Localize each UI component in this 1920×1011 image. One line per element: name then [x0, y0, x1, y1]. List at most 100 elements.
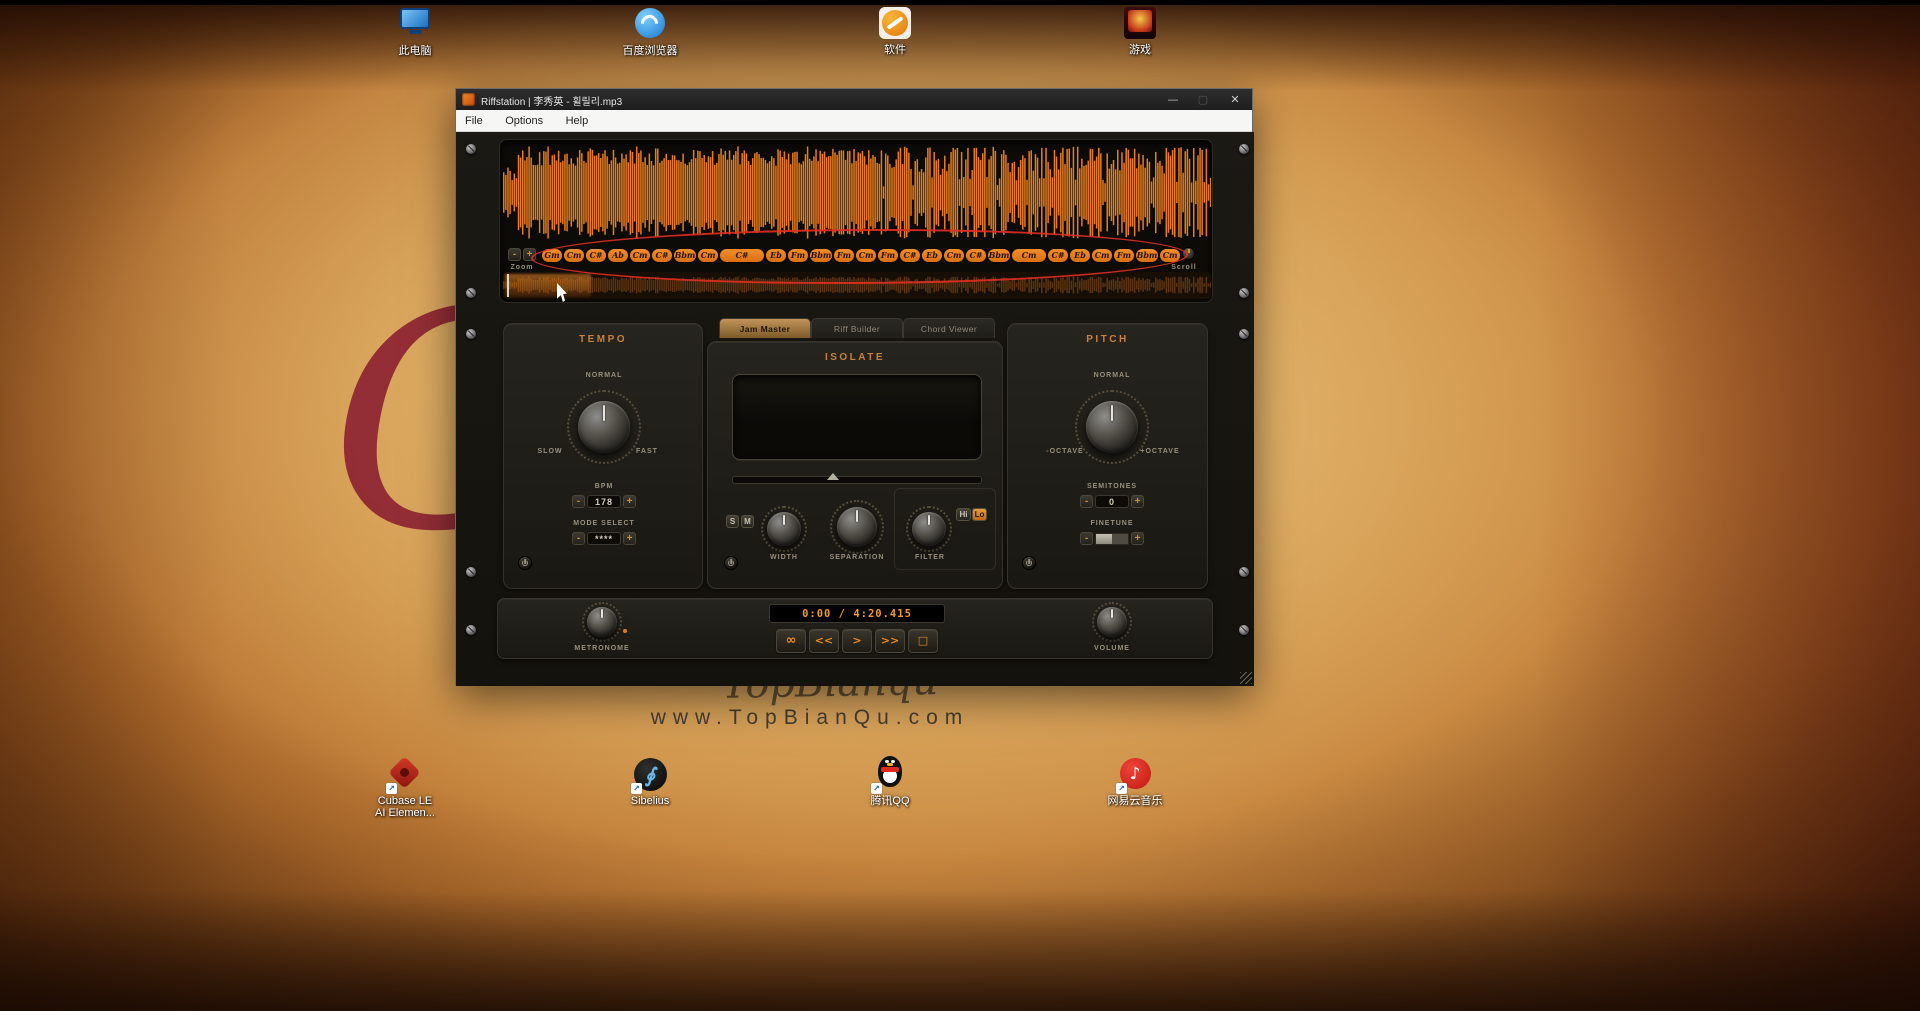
separation-knob[interactable]: [837, 507, 877, 547]
pitch-power-button[interactable]: [1022, 556, 1036, 570]
close-button[interactable]: ✕: [1220, 89, 1250, 110]
pitch-title: PITCH: [1086, 334, 1129, 345]
mute-button[interactable]: M: [741, 515, 754, 528]
tempo-slow-label: SLOW: [537, 448, 563, 455]
window-resize-grip[interactable]: [1240, 672, 1252, 684]
mode-minus-button[interactable]: -: [572, 532, 585, 545]
chord-pill[interactable]: Cm: [630, 248, 650, 262]
tab-jam-master[interactable]: Jam Master: [719, 318, 811, 338]
width-knob[interactable]: [767, 512, 801, 546]
metronome-knob[interactable]: [587, 607, 617, 637]
chord-pill[interactable]: C#: [586, 248, 606, 262]
chord-pill[interactable]: C#: [720, 248, 764, 262]
chord-pill[interactable]: Cm: [564, 248, 584, 262]
solo-button[interactable]: S: [726, 515, 739, 528]
bpm-plus-button[interactable]: +: [623, 495, 636, 508]
desktop-icon-qq[interactable]: ↗ 腾讯QQ: [845, 756, 935, 807]
chord-pill[interactable]: Cm: [1092, 248, 1112, 262]
mode-plus-button[interactable]: +: [623, 532, 636, 545]
desktop-icon-this-pc[interactable]: 此电脑: [370, 6, 460, 57]
tab-chord-viewer[interactable]: Chord Viewer: [903, 318, 995, 338]
window-title: Riffstation | 李秀英 - 휠릴리.mp3: [481, 97, 623, 108]
semitones-plus-button[interactable]: +: [1131, 495, 1144, 508]
menu-options[interactable]: Options: [496, 110, 552, 132]
tab-riff-builder[interactable]: Riff Builder: [811, 318, 903, 338]
chord-pill[interactable]: Bbm: [1136, 248, 1158, 262]
chord-pill[interactable]: C#: [900, 248, 920, 262]
desktop-icon-netease-music[interactable]: ♪ ↗ 网易云音乐: [1090, 758, 1180, 807]
chord-pill[interactable]: Ab: [608, 248, 628, 262]
minimize-button[interactable]: —: [1158, 89, 1188, 110]
menu-file[interactable]: File: [456, 110, 492, 132]
title-bar[interactable]: Riffstation | 李秀英 - 휠릴리.mp3 — ▢ ✕: [456, 89, 1252, 110]
scroll-knob[interactable]: [1182, 247, 1195, 260]
chord-pill[interactable]: Fm: [1114, 248, 1134, 262]
mode-select-label: MODE SELECT: [573, 520, 635, 527]
watermark-text: www.TopBianQu.com: [650, 706, 970, 729]
finetune-slider[interactable]: [1095, 532, 1129, 545]
desktop-icon-baidu-browser[interactable]: 百度浏览器: [605, 6, 695, 57]
chord-pill[interactable]: Bbm: [674, 248, 696, 262]
chord-pill[interactable]: Cm: [698, 248, 718, 262]
semitones-minus-button[interactable]: -: [1080, 495, 1093, 508]
chord-pill[interactable]: Gm: [542, 248, 562, 262]
filter-hi-button[interactable]: Hi: [956, 508, 971, 521]
chord-pill[interactable]: Eb: [922, 248, 942, 262]
volume-knob[interactable]: [1097, 607, 1127, 637]
zoom-out-button[interactable]: -: [508, 248, 521, 261]
finetune-plus-button[interactable]: +: [1131, 532, 1144, 545]
menu-bar: File Options Help: [456, 110, 1252, 132]
rewind-button[interactable]: <<: [809, 629, 839, 653]
chord-pill[interactable]: Cm: [1012, 248, 1046, 262]
chord-pill[interactable]: Fm: [878, 248, 898, 262]
chord-pill[interactable]: Fm: [834, 248, 854, 262]
desktop-icon-games[interactable]: 游戏: [1095, 6, 1185, 56]
screen-edge-strip: [0, 0, 1920, 5]
chord-pill[interactable]: Cm: [856, 248, 876, 262]
isolate-slider-thumb[interactable]: [827, 473, 839, 480]
chord-pill[interactable]: Eb: [766, 248, 786, 262]
menu-help[interactable]: Help: [557, 110, 598, 132]
icon-label: Sibelius: [630, 795, 670, 807]
maximize-button[interactable]: ▢: [1188, 89, 1218, 110]
chord-pill[interactable]: C#: [966, 248, 986, 262]
isolate-power-button[interactable]: [724, 556, 738, 570]
chord-pill[interactable]: Cm: [1160, 248, 1180, 262]
chord-pill[interactable]: Bbm: [988, 248, 1010, 262]
waveform-panel: - + Zoom Gm Cm C# Ab Cm C# Bbm Cm C# Eb Fm Bbm Fm Cm F…: [499, 139, 1213, 303]
play-button[interactable]: >: [842, 629, 872, 653]
tempo-normal-label: NORMAL: [585, 372, 623, 379]
tempo-knob[interactable]: [578, 401, 630, 453]
chord-pill[interactable]: Fm: [788, 248, 808, 262]
screw-icon: [1239, 625, 1249, 635]
tempo-fast-label: FAST: [636, 448, 658, 455]
zoom-in-button[interactable]: +: [523, 248, 536, 261]
forward-button[interactable]: >>: [875, 629, 905, 653]
stop-button[interactable]: □: [908, 629, 938, 653]
chord-pill[interactable]: C#: [1048, 248, 1068, 262]
filter-lo-button[interactable]: Lo: [972, 508, 987, 521]
desktop-icon-cubase[interactable]: ↗ Cubase LE AI Elemen...: [360, 756, 450, 819]
tempo-power-button[interactable]: [518, 556, 532, 570]
chord-pill[interactable]: Eb: [1070, 248, 1090, 262]
desktop-icon-software[interactable]: 软件: [850, 6, 940, 56]
finetune-minus-button[interactable]: -: [1080, 532, 1093, 545]
loop-button[interactable]: ∞: [776, 629, 806, 653]
metronome-led: [623, 629, 627, 633]
chord-pill[interactable]: C#: [652, 248, 672, 262]
scroll-label: Scroll: [1171, 264, 1197, 271]
waveform-overview-strip[interactable]: [503, 272, 1211, 299]
bpm-minus-button[interactable]: -: [572, 495, 585, 508]
isolate-slider[interactable]: [732, 476, 982, 484]
chord-pill[interactable]: Bbm: [810, 248, 832, 262]
app-icon: [462, 93, 475, 106]
waveform[interactable]: [503, 145, 1211, 240]
filter-knob[interactable]: [912, 512, 946, 546]
icon-label: 百度浏览器: [622, 45, 678, 57]
pitch-knob[interactable]: [1086, 401, 1138, 453]
chord-pill[interactable]: Cm: [944, 248, 964, 262]
desktop-icon-sibelius[interactable]: ∮ ↗ Sibelius: [605, 758, 695, 807]
screw-icon: [466, 567, 476, 577]
pitch-normal-label: NORMAL: [1093, 372, 1131, 379]
width-label: WIDTH: [770, 554, 798, 561]
